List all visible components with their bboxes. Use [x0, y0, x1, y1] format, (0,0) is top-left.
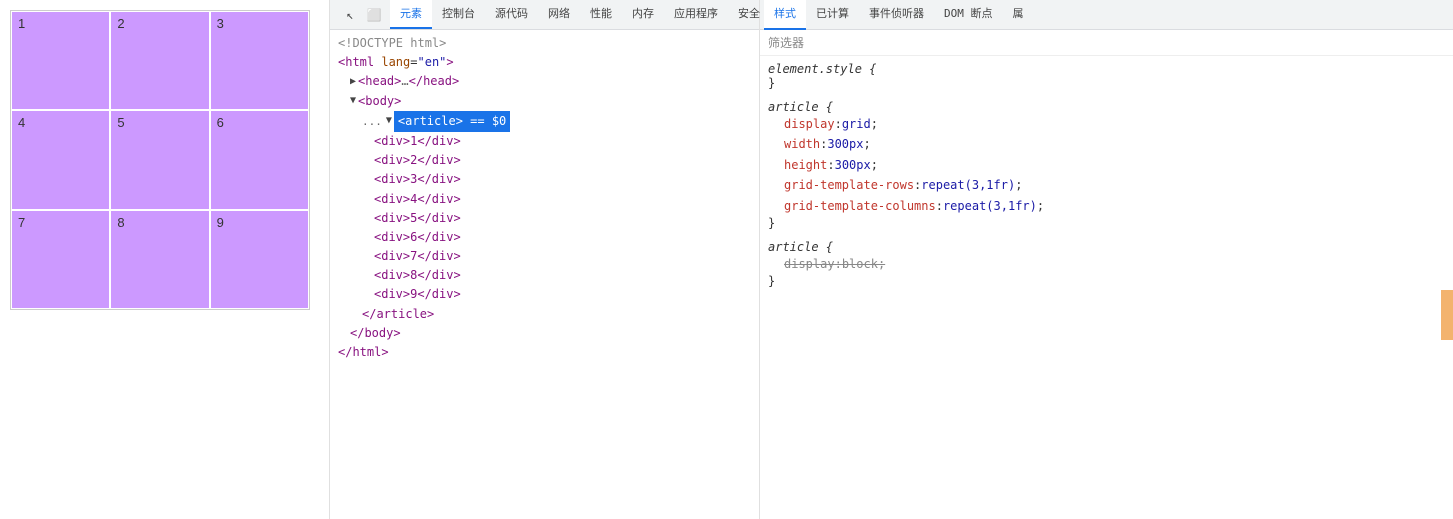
css-property-line: height: 300px; [768, 155, 1445, 175]
html-tag: <html lang="en"> [338, 53, 454, 72]
devtools-tab-元素[interactable]: 元素 [390, 0, 432, 29]
css-property-line: display: grid; [768, 114, 1445, 134]
css-block-1: article {display: grid;width: 300px;heig… [768, 100, 1445, 230]
element-line[interactable]: <div>1</div> [330, 132, 759, 151]
div2-tag: <div>2</div> [374, 151, 461, 170]
rendered-output-panel: 123 456 789 [0, 0, 330, 519]
element-line[interactable]: </body> [330, 324, 759, 343]
body-tag: <body> [358, 92, 401, 111]
devtools-elements-panel: ↖ ⬜ 元素控制台源代码网络性能内存应用程序安全性能评测 <!DOCTYPE h… [330, 0, 760, 519]
grid-cell: 2 [110, 11, 209, 110]
styles-tab-bar: 样式已计算事件侦听器DOM 断点属 [760, 0, 1453, 30]
grid-cell: 9 [210, 210, 309, 309]
devtools-tab-内存[interactable]: 内存 [622, 0, 664, 29]
element-line[interactable]: ▼<body> [330, 92, 759, 111]
css-property-line: width: 300px; [768, 134, 1445, 154]
filter-bar[interactable]: 筛选器 [760, 30, 1453, 56]
scroll-indicator [1441, 290, 1453, 340]
devtools-tab-源代码[interactable]: 源代码 [485, 0, 538, 29]
element-line[interactable]: <div>6</div> [330, 228, 759, 247]
div1-tag: <div>1</div> [374, 132, 461, 151]
css-close-brace: } [768, 274, 1445, 288]
head-tag: <head>…</head> [358, 72, 459, 91]
grid-cell: 7 [11, 210, 110, 309]
div6-tag: <div>6</div> [374, 228, 461, 247]
article-close-tag: </article> [362, 305, 434, 324]
grid-cell: 6 [210, 110, 309, 209]
cursor-icon[interactable]: ↖ [340, 5, 360, 25]
styles-tab-样式[interactable]: 样式 [764, 0, 806, 30]
css-property-line: grid-template-columns: repeat(3,1fr); [768, 196, 1445, 216]
div4-tag: <div>4</div> [374, 190, 461, 209]
div3-tag: <div>3</div> [374, 170, 461, 189]
element-line[interactable]: <div>3</div> [330, 170, 759, 189]
body-close-tag: </body> [350, 324, 401, 343]
element-line[interactable]: </html> [330, 343, 759, 362]
element-line[interactable]: <div>9</div> [330, 285, 759, 304]
element-line[interactable]: <div>4</div> [330, 190, 759, 209]
css-selector: article { [768, 100, 1445, 114]
element-line[interactable]: <!DOCTYPE html> [330, 34, 759, 53]
css-selector: element.style { [768, 62, 1445, 76]
article-tag: <article> == $0 [394, 111, 510, 132]
grid-cell: 5 [110, 110, 209, 209]
element-line[interactable]: <html lang="en"> [330, 53, 759, 72]
devtools-icon-group: ↖ ⬜ [334, 5, 390, 25]
css-selector: article { [768, 240, 1445, 254]
element-line[interactable]: ▶<head>…</head> [330, 72, 759, 91]
styles-tab-事件侦听器[interactable]: 事件侦听器 [859, 0, 934, 30]
styles-tab-属[interactable]: 属 [1003, 0, 1034, 30]
css-block-2: article {display: block;} [768, 240, 1445, 288]
doctype-line: <!DOCTYPE html> [338, 34, 446, 53]
element-line[interactable]: <div>2</div> [330, 151, 759, 170]
div5-tag: <div>5</div> [374, 209, 461, 228]
element-line[interactable]: <div>7</div> [330, 247, 759, 266]
grid-cell: 3 [210, 11, 309, 110]
grid-cell: 4 [11, 110, 110, 209]
element-line[interactable]: <div>5</div> [330, 209, 759, 228]
device-icon[interactable]: ⬜ [364, 5, 384, 25]
devtools-tab-网络[interactable]: 网络 [538, 0, 580, 29]
element-line[interactable]: </article> [330, 305, 759, 324]
styles-tab-已计算[interactable]: 已计算 [806, 0, 859, 30]
devtools-tab-性能[interactable]: 性能 [580, 0, 622, 29]
css-styles-content: element.style {}article {display: grid;w… [760, 56, 1453, 519]
css-close-brace: } [768, 76, 1445, 90]
div9-tag: <div>9</div> [374, 285, 461, 304]
div7-tag: <div>7</div> [374, 247, 461, 266]
css-property-line: grid-template-rows: repeat(3,1fr); [768, 175, 1445, 195]
elements-tree: <!DOCTYPE html><html lang="en">▶<head>…<… [330, 30, 759, 519]
css-property-line: display: block; [768, 254, 1445, 274]
css-close-brace: } [768, 216, 1445, 230]
styles-tab-DOM 断点[interactable]: DOM 断点 [934, 0, 1003, 30]
devtools-tab-应用程序[interactable]: 应用程序 [664, 0, 728, 29]
styles-panel: 样式已计算事件侦听器DOM 断点属 筛选器 element.style {}ar… [760, 0, 1453, 519]
css-block-0: element.style {} [768, 62, 1445, 90]
grid-cell: 1 [11, 11, 110, 110]
element-line[interactable]: ...▼<article> == $0 [330, 111, 759, 132]
filter-placeholder: 筛选器 [768, 34, 804, 51]
devtools-tab-控制台[interactable]: 控制台 [432, 0, 485, 29]
grid-cell: 8 [110, 210, 209, 309]
css-grid-demo: 123 456 789 [10, 10, 310, 310]
element-line[interactable]: <div>8</div> [330, 266, 759, 285]
html-close-tag: </html> [338, 343, 389, 362]
devtools-tab-bar: ↖ ⬜ 元素控制台源代码网络性能内存应用程序安全性能评测 [330, 0, 759, 30]
div8-tag: <div>8</div> [374, 266, 461, 285]
